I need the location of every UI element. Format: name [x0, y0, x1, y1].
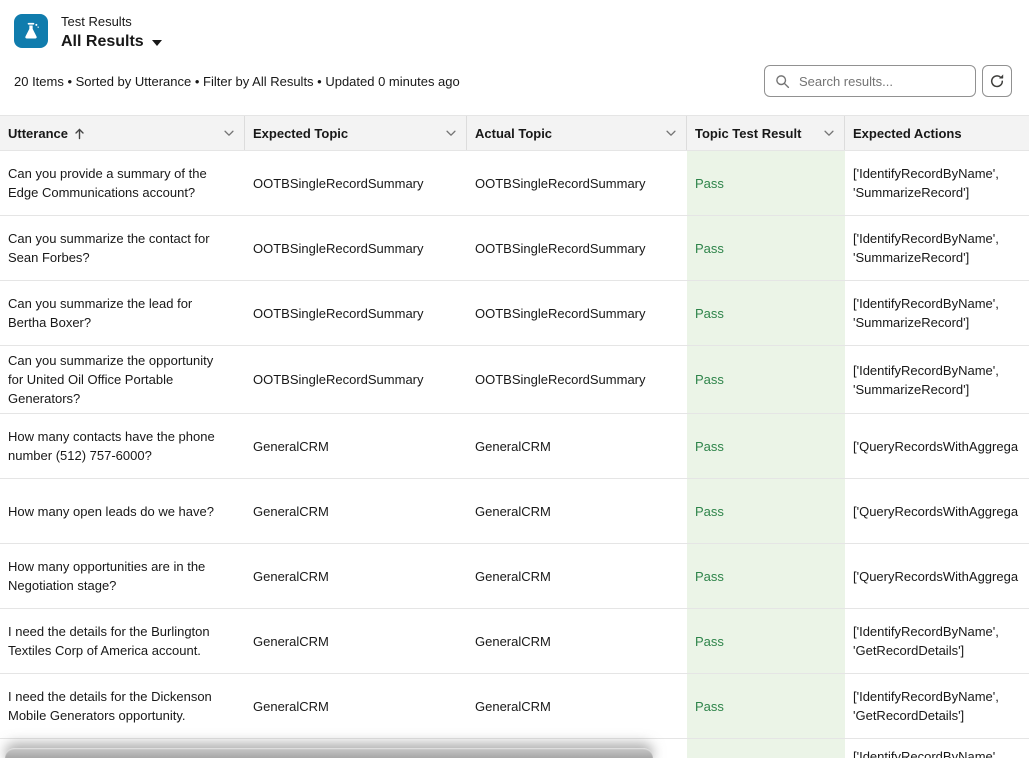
cell-expected-topic: OOTBSingleRecordSummary	[245, 216, 467, 280]
chevron-down-icon[interactable]	[664, 126, 678, 140]
cell-expected-topic: OOTBSingleRecordSummary	[245, 346, 467, 413]
pass-badge: Pass	[695, 370, 724, 389]
cell-expected-topic: OOTBSingleRecordSummary	[245, 151, 467, 215]
cell-expected-actions: ['QueryRecordsWithAggrega	[845, 414, 1029, 478]
cell-expected-actions: ['QueryRecordsWithAggrega	[845, 544, 1029, 608]
cell-expected-actions: ['IdentifyRecordByName', 'SummarizeRecor…	[845, 281, 1029, 345]
cell-expected-topic: GeneralCRM	[245, 544, 467, 608]
table-header-row: Utterance Expected Topic Actual Topic	[0, 115, 1029, 151]
cell-utterance: How many open leads do we have?	[0, 479, 245, 543]
cell-expected-actions: ['IdentifyRecordByName', 'SummarizeRecor…	[845, 151, 1029, 215]
column-header-utterance[interactable]: Utterance	[0, 116, 245, 150]
search-icon	[775, 74, 790, 89]
chevron-down-icon[interactable]	[444, 126, 458, 140]
list-view-name: All Results	[61, 33, 144, 51]
cell-utterance: Can you provide a summary of the Edge Co…	[0, 151, 245, 215]
refresh-icon	[989, 73, 1005, 89]
pass-badge: Pass	[695, 437, 724, 456]
cell-utterance: How many opportunities are in the Negoti…	[0, 544, 245, 608]
table-row[interactable]: Can you summarize the lead for Bertha Bo…	[0, 281, 1029, 346]
cell-expected-actions: ['QueryRecordsWithAggrega	[845, 479, 1029, 543]
pass-badge: Pass	[695, 174, 724, 193]
cell-actual-topic: GeneralCRM	[467, 609, 687, 673]
cell-actual-topic: OOTBSingleRecordSummary	[467, 346, 687, 413]
table-row[interactable]: How many contacts have the phone number …	[0, 414, 1029, 479]
docked-panel-edge[interactable]	[5, 748, 653, 758]
cell-topic-test-result: Pass	[687, 216, 845, 280]
pass-badge: Pass	[695, 239, 724, 258]
cell-utterance: How many contacts have the phone number …	[0, 414, 245, 478]
chevron-down-icon[interactable]	[222, 126, 236, 140]
cell-actual-topic: GeneralCRM	[467, 674, 687, 738]
cell-expected-actions: ['IdentifyRecordByName', 'SummarizeRecor…	[845, 346, 1029, 413]
results-table: Utterance Expected Topic Actual Topic	[0, 115, 1029, 758]
page-header: Test Results All Results 20 Items • Sort…	[0, 0, 1029, 97]
cell-expected-topic: OOTBSingleRecordSummary	[245, 281, 467, 345]
cell-actual-topic: GeneralCRM	[467, 479, 687, 543]
column-header-expected-actions[interactable]: Expected Actions	[845, 116, 1029, 150]
table-row[interactable]: Can you provide a summary of the Edge Co…	[0, 151, 1029, 216]
table-row[interactable]: Can you summarize the contact for Sean F…	[0, 216, 1029, 281]
table-body: Can you provide a summary of the Edge Co…	[0, 151, 1029, 758]
cell-expected-topic: GeneralCRM	[245, 479, 467, 543]
cell-expected-actions: ['IdentifyRecordByName', 'GetRecordDetai…	[845, 674, 1029, 738]
cell-topic-test-result: Pass	[687, 151, 845, 215]
cell-topic-test-result: Pass	[687, 346, 845, 413]
cell-utterance: Can you summarize the lead for Bertha Bo…	[0, 281, 245, 345]
cell-utterance: I need the details for the Dickenson Mob…	[0, 674, 245, 738]
cell-topic-test-result: Pass	[687, 479, 845, 543]
pass-badge: Pass	[695, 502, 724, 521]
table-row[interactable]: I need the details for the Dickenson Mob…	[0, 674, 1029, 739]
pass-badge: Pass	[695, 567, 724, 586]
table-row[interactable]: I need the details for the Burlington Te…	[0, 609, 1029, 674]
column-label: Topic Test Result	[695, 126, 801, 141]
test-results-page: Test Results All Results 20 Items • Sort…	[0, 0, 1029, 758]
column-header-actual-topic[interactable]: Actual Topic	[467, 116, 687, 150]
sort-ascending-icon	[74, 127, 85, 140]
cell-expected-topic: GeneralCRM	[245, 674, 467, 738]
column-header-topic-test-result[interactable]: Topic Test Result	[687, 116, 845, 150]
cell-topic-test-result: Pass	[687, 609, 845, 673]
cell-topic-test-result: Pass	[687, 674, 845, 738]
column-header-expected-topic[interactable]: Expected Topic	[245, 116, 467, 150]
cell-topic-test-result: Pass	[687, 414, 845, 478]
column-label: Utterance	[8, 126, 68, 141]
search-box	[764, 65, 976, 97]
list-view-selector[interactable]: All Results	[61, 33, 162, 51]
cell-utterance: I need the details for the Burlington Te…	[0, 609, 245, 673]
list-toolbar: 20 Items • Sorted by Utterance • Filter …	[14, 65, 1012, 97]
column-label: Actual Topic	[475, 126, 552, 141]
column-label: Expected Topic	[253, 126, 348, 141]
cell-actual-topic: GeneralCRM	[467, 414, 687, 478]
caret-down-icon	[152, 40, 162, 46]
cell-expected-topic: GeneralCRM	[245, 414, 467, 478]
search-input[interactable]	[765, 66, 975, 96]
cell-actual-topic: OOTBSingleRecordSummary	[467, 151, 687, 215]
cell-topic-test-result	[687, 739, 845, 758]
chevron-down-icon[interactable]	[822, 126, 836, 140]
list-summary: 20 Items • Sorted by Utterance • Filter …	[14, 74, 460, 89]
pass-badge: Pass	[695, 304, 724, 323]
cell-utterance: Can you summarize the opportunity for Un…	[0, 346, 245, 413]
cell-topic-test-result: Pass	[687, 544, 845, 608]
pass-badge: Pass	[695, 632, 724, 651]
cell-topic-test-result: Pass	[687, 281, 845, 345]
table-row[interactable]: Can you summarize the opportunity for Un…	[0, 346, 1029, 414]
cell-actual-topic: OOTBSingleRecordSummary	[467, 281, 687, 345]
entity-label: Test Results	[61, 14, 162, 30]
cell-actual-topic: GeneralCRM	[467, 544, 687, 608]
table-row[interactable]: How many opportunities are in the Negoti…	[0, 544, 1029, 609]
cell-actual-topic: OOTBSingleRecordSummary	[467, 216, 687, 280]
refresh-button[interactable]	[982, 65, 1012, 97]
cell-utterance: Can you summarize the contact for Sean F…	[0, 216, 245, 280]
column-label: Expected Actions	[853, 126, 962, 141]
cell-expected-actions: ['IdentifyRecordByName'	[845, 739, 1029, 758]
cell-expected-topic: GeneralCRM	[245, 609, 467, 673]
cell-expected-actions: ['IdentifyRecordByName', 'SummarizeRecor…	[845, 216, 1029, 280]
pass-badge: Pass	[695, 697, 724, 716]
cell-expected-actions: ['IdentifyRecordByName', 'GetRecordDetai…	[845, 609, 1029, 673]
test-results-flask-icon	[14, 14, 48, 48]
table-row[interactable]: How many open leads do we have? GeneralC…	[0, 479, 1029, 544]
